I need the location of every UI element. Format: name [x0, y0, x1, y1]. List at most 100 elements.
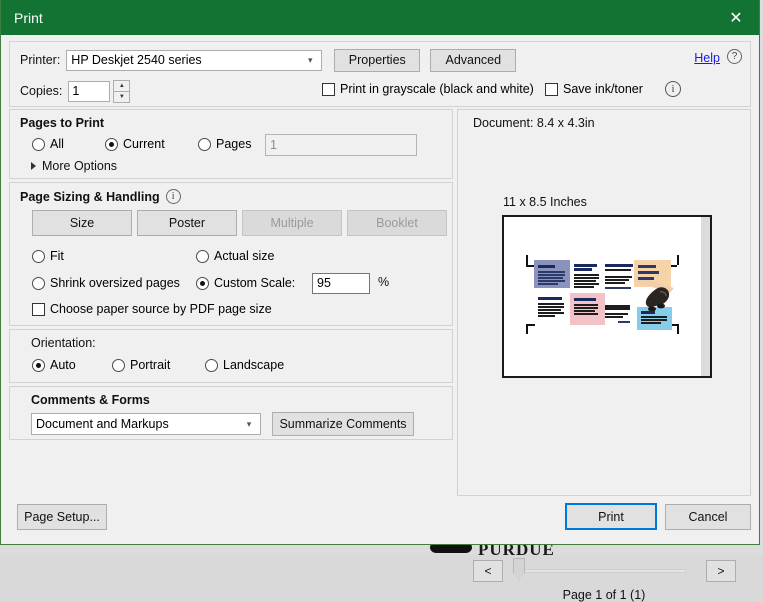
page-setup-button[interactable]: Page Setup... — [17, 504, 107, 530]
radio-orientation-landscape-label: Landscape — [223, 358, 285, 372]
page-preview-content — [504, 217, 710, 376]
document-size-label: Document: 8.4 x 4.3in — [473, 116, 595, 130]
radio-pages-current[interactable]: Current — [105, 137, 165, 151]
radio-pages-all-dot — [32, 137, 45, 151]
text-line — [618, 321, 630, 323]
info-circle-icon[interactable]: i — [165, 189, 181, 204]
printer-section: Printer: HP Deskjet 2540 series ▾ Proper… — [9, 41, 751, 107]
percent-label: % — [378, 275, 390, 289]
poster-button[interactable]: Poster — [137, 210, 237, 236]
text-heading — [574, 268, 592, 271]
triangle-right-icon — [31, 162, 36, 170]
sizing-button-row: Size Poster Multiple Booklet — [32, 210, 447, 236]
radio-fit-label: Fit — [50, 249, 64, 263]
text-heading — [638, 271, 659, 274]
text-heading — [574, 264, 597, 267]
next-page-button[interactable]: > — [706, 560, 736, 582]
radio-actual-size[interactable]: Actual size — [196, 249, 274, 263]
radio-shrink-oversized-label: Shrink oversized pages — [50, 276, 180, 290]
chevron-down-icon: ▾ — [246, 418, 252, 429]
radio-orientation-auto-label: Auto — [50, 358, 76, 372]
radio-pages-range[interactable]: Pages — [198, 137, 251, 151]
chevron-down-icon: ▾ — [299, 50, 322, 70]
copies-stepper[interactable]: ▲ ▼ — [113, 79, 131, 103]
printer-select-value: HP Deskjet 2540 series — [71, 53, 202, 67]
radio-custom-scale[interactable]: Custom Scale: — [196, 276, 295, 290]
pages-range-input[interactable]: 1 — [265, 134, 417, 156]
radio-orientation-landscape[interactable]: Landscape — [205, 358, 284, 372]
grayscale-checkbox[interactable]: Print in grayscale (black and white) — [322, 82, 534, 96]
radio-shrink-oversized[interactable]: Shrink oversized pages — [32, 276, 180, 290]
grayscale-label: Print in grayscale (black and white) — [340, 82, 534, 96]
text-line — [574, 310, 595, 312]
text-line — [538, 277, 563, 279]
page-sizing-title-text: Page Sizing & Handling — [20, 189, 160, 204]
print-dialog: Print ✕ Printer: HP Deskjet 2540 series … — [0, 0, 760, 602]
orientation-title: Orientation: — [31, 336, 96, 350]
text-line — [574, 277, 599, 279]
text-line — [538, 315, 555, 317]
text-heading — [538, 265, 555, 268]
advanced-button[interactable]: Advanced — [430, 48, 517, 72]
copies-input[interactable]: 1 — [68, 80, 111, 102]
text-line — [605, 282, 625, 284]
printer-select[interactable]: HP Deskjet 2540 series ▾ — [66, 49, 323, 71]
caret-up-icon[interactable]: ▲ — [113, 79, 131, 91]
radio-orientation-portrait-dot — [112, 358, 125, 372]
info-circle-icon[interactable]: i — [665, 81, 681, 97]
text-heading — [641, 311, 655, 314]
multiple-button: Multiple — [242, 210, 342, 236]
cancel-button[interactable]: Cancel — [665, 504, 751, 530]
text-line — [574, 307, 598, 309]
text-heading — [605, 264, 633, 267]
text-line — [538, 306, 564, 308]
text-heading — [638, 277, 654, 280]
text-line — [641, 319, 667, 321]
text-line — [538, 274, 565, 276]
dialog-body: Printer: HP Deskjet 2540 series ▾ Proper… — [1, 35, 759, 602]
text-line — [641, 322, 661, 324]
question-circle-icon[interactable]: ? — [727, 49, 742, 64]
radio-fit[interactable]: Fit — [32, 249, 64, 263]
radio-shrink-oversized-dot — [32, 276, 45, 290]
radio-orientation-auto[interactable]: Auto — [32, 358, 76, 372]
comments-forms-title: Comments & Forms — [31, 393, 150, 407]
paper-size-label: 11 x 8.5 Inches — [503, 195, 587, 209]
properties-button[interactable]: Properties — [334, 48, 421, 72]
text-line — [605, 269, 631, 271]
page-slider-thumb[interactable] — [513, 558, 525, 580]
grayscale-checkbox-box — [322, 82, 335, 96]
radio-actual-size-label: Actual size — [214, 249, 275, 263]
text-heading — [574, 298, 596, 301]
pages-to-print-group: Pages to Print All Current Pages 1 More … — [9, 109, 453, 179]
summarize-comments-button[interactable]: Summarize Comments — [272, 412, 414, 436]
copies-label: Copies: — [20, 84, 63, 98]
save-ink-checkbox[interactable]: Save ink/toner — [545, 82, 643, 96]
print-button[interactable]: Print — [565, 503, 657, 530]
close-icon[interactable]: ✕ — [713, 0, 759, 35]
radio-pages-range-label: Pages — [216, 137, 252, 151]
paper-source-label: Choose paper source by PDF page size — [50, 302, 272, 316]
more-options-toggle[interactable]: More Options — [31, 159, 117, 173]
previous-page-button[interactable]: < — [473, 560, 503, 582]
radio-pages-all[interactable]: All — [32, 137, 64, 151]
paper-source-checkbox[interactable]: Choose paper source by PDF page size — [32, 302, 272, 316]
caret-down-icon[interactable]: ▼ — [113, 90, 131, 103]
radio-fit-dot — [32, 249, 45, 263]
radio-actual-size-dot — [196, 249, 209, 263]
help-link[interactable]: Help — [694, 51, 720, 65]
size-button[interactable]: Size — [32, 210, 132, 236]
text-line — [574, 304, 598, 306]
preview-scrollbar[interactable] — [701, 217, 710, 376]
page-slider-track[interactable] — [516, 569, 686, 573]
text-line — [605, 287, 631, 289]
printer-label: Printer: — [20, 53, 61, 67]
custom-scale-input[interactable]: 95 — [312, 273, 370, 294]
text-line — [605, 305, 630, 310]
page-preview[interactable] — [502, 215, 712, 378]
comments-forms-select[interactable]: Document and Markups ▾ — [31, 413, 261, 435]
text-heading — [538, 297, 562, 300]
orientation-group: Orientation: Auto Portrait Landscape — [9, 329, 453, 383]
radio-orientation-portrait[interactable]: Portrait — [112, 358, 170, 372]
radio-orientation-auto-dot — [32, 358, 45, 372]
